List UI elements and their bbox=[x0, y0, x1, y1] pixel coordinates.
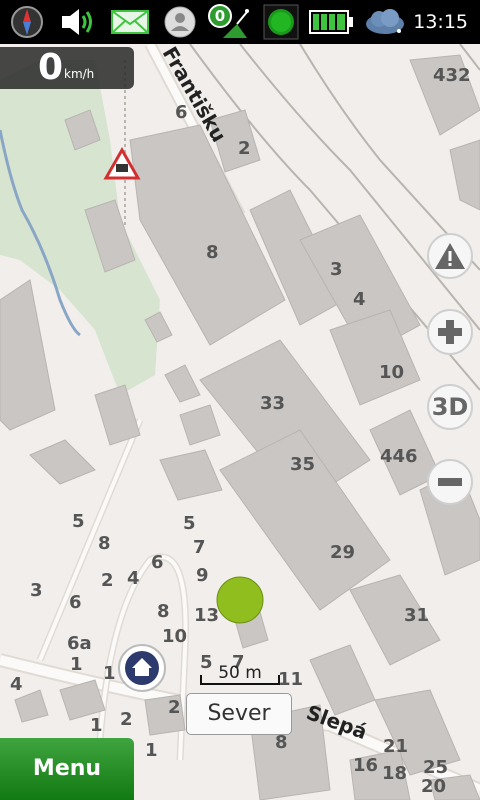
house-number: 6 bbox=[151, 552, 164, 573]
speed-value: 0 bbox=[38, 47, 64, 88]
house-number: 21 bbox=[383, 736, 408, 757]
house-number: 16 bbox=[353, 755, 378, 776]
house-number: 6a bbox=[67, 633, 92, 654]
house-number: 8 bbox=[275, 732, 288, 753]
house-number: 13 bbox=[194, 605, 219, 626]
mail-icon[interactable] bbox=[108, 0, 152, 44]
notification-badge: 0 bbox=[208, 4, 232, 28]
house-number: 3 bbox=[330, 259, 343, 280]
house-number: 33 bbox=[260, 393, 285, 414]
house-number: 2 bbox=[168, 697, 181, 718]
record-icon[interactable] bbox=[262, 0, 300, 44]
house-number: 9 bbox=[196, 565, 209, 586]
weather-icon[interactable] bbox=[360, 0, 408, 44]
house-number: 2 bbox=[238, 138, 251, 159]
house-number: 1 bbox=[70, 654, 83, 675]
speed-unit: km/h bbox=[64, 67, 95, 81]
house-number: 2 bbox=[101, 570, 114, 591]
contact-icon[interactable] bbox=[160, 0, 200, 44]
minus-icon bbox=[438, 478, 462, 486]
clock: 13:15 bbox=[413, 11, 468, 33]
house-number: 35 bbox=[290, 454, 315, 475]
house-number: 1 bbox=[103, 663, 116, 684]
house-number: 5 bbox=[72, 511, 85, 532]
status-bar: 0 13:15 bbox=[0, 0, 480, 44]
zoom-out-button[interactable] bbox=[427, 459, 473, 505]
house-number: 8 bbox=[157, 601, 170, 622]
house-number: 11 bbox=[278, 669, 303, 690]
compass-icon[interactable] bbox=[6, 0, 48, 44]
house-number: 1 bbox=[145, 740, 158, 761]
house-number: 4 bbox=[10, 674, 23, 695]
map-view[interactable]: Františku Slepá 432 6 2 8 3 4 10 33 35 4… bbox=[0, 44, 480, 800]
scale-line bbox=[200, 675, 280, 685]
warning-button[interactable] bbox=[427, 233, 473, 279]
house-number: 29 bbox=[330, 542, 355, 563]
house-number: 10 bbox=[379, 362, 404, 383]
house-number: 4 bbox=[127, 568, 140, 589]
warning-icon bbox=[435, 243, 465, 269]
home-poi-icon bbox=[118, 644, 166, 692]
house-number: 8 bbox=[98, 533, 111, 554]
current-street-label[interactable]: Sever bbox=[186, 693, 292, 735]
house-number: 31 bbox=[404, 605, 429, 626]
scale-bar: 50 m bbox=[199, 661, 281, 685]
speed-display: 0 km/h bbox=[0, 47, 134, 89]
house-number: 1 bbox=[90, 715, 103, 736]
house-number: 2 bbox=[120, 709, 133, 730]
house-number: 6 bbox=[175, 102, 188, 123]
house-number: 446 bbox=[380, 446, 418, 467]
zoom-in-button[interactable] bbox=[427, 309, 473, 355]
house-number: 10 bbox=[162, 626, 187, 647]
house-number: 4 bbox=[353, 289, 366, 310]
house-number: 18 bbox=[382, 763, 407, 784]
plus-icon bbox=[438, 320, 462, 344]
view-3d-button[interactable]: 3D bbox=[427, 384, 473, 430]
house-number: 432 bbox=[433, 65, 471, 86]
house-number: 5 bbox=[183, 513, 196, 534]
position-marker bbox=[216, 576, 264, 624]
house-number: 6 bbox=[69, 592, 82, 613]
house-number: 20 bbox=[421, 776, 446, 797]
battery-icon bbox=[308, 0, 356, 44]
house-number: 8 bbox=[206, 242, 219, 263]
house-number: 7 bbox=[193, 537, 206, 558]
menu-button[interactable]: Menu bbox=[0, 738, 134, 800]
map-canvas[interactable]: Františku Slepá 432 6 2 8 3 4 10 33 35 4… bbox=[0, 44, 480, 800]
speaker-icon[interactable] bbox=[56, 0, 102, 44]
house-number: 25 bbox=[423, 757, 448, 778]
house-number: 3 bbox=[30, 580, 43, 601]
